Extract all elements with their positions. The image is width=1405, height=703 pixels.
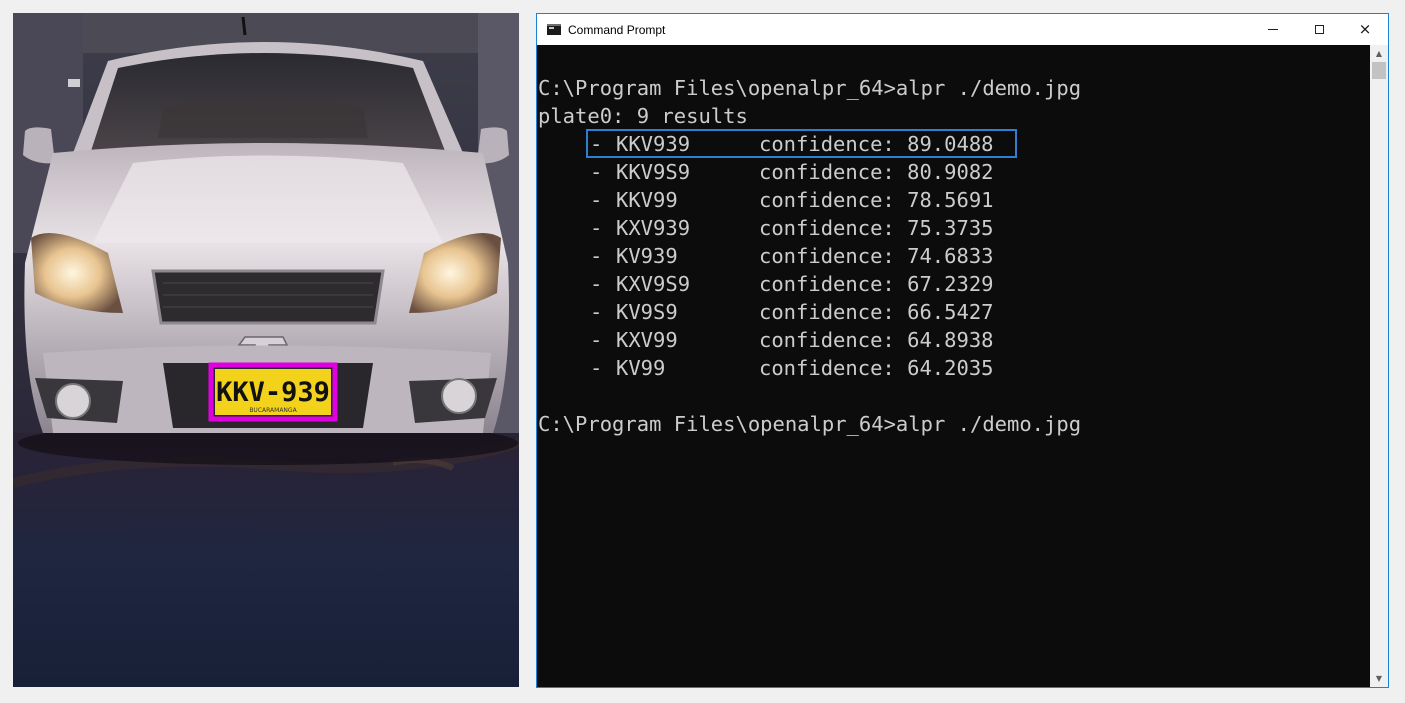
result-plate: KXV9S9: [616, 272, 691, 296]
result-bullet: -: [590, 216, 603, 240]
result-confidence: confidence: 80.9082: [759, 160, 994, 184]
result-plate: KXV939: [616, 216, 691, 240]
result-confidence: confidence: 74.6833: [759, 244, 994, 268]
maximize-icon: [1314, 25, 1324, 34]
prompt-line[interactable]: C:\Program Files\openalpr_64>alpr ./demo…: [538, 410, 1081, 438]
close-icon: ×: [1358, 20, 1372, 38]
title-bar[interactable]: Command Prompt ×: [537, 14, 1388, 45]
result-confidence: confidence: 78.5691: [759, 188, 994, 212]
close-button[interactable]: ×: [1342, 14, 1388, 45]
result-bullet: -: [590, 300, 603, 324]
result-confidence: confidence: 67.2329: [759, 272, 994, 296]
result-bullet: -: [590, 328, 603, 352]
result-confidence: confidence: 75.3735: [759, 216, 994, 240]
result-plate: KV99: [616, 356, 666, 380]
car-photo: KKV-939 BUCARAMANGA: [13, 13, 519, 687]
console-output[interactable]: C:\Program Files\openalpr_64>alpr ./demo…: [537, 45, 1370, 687]
scroll-up-icon[interactable]: ▲: [1370, 45, 1388, 62]
scroll-down-icon[interactable]: ▼: [1370, 670, 1388, 687]
result-confidence: confidence: 64.2035: [759, 356, 994, 380]
plate-text: KKV-939: [216, 377, 330, 408]
console-icon: [547, 24, 561, 35]
plate-city: BUCARAMANGA: [249, 407, 297, 414]
result-bullet: -: [590, 356, 603, 380]
car-illustration: KKV-939 BUCARAMANGA: [13, 13, 519, 687]
minimize-icon: [1268, 29, 1278, 30]
result-bullet: -: [590, 160, 603, 184]
window-controls: ×: [1250, 14, 1388, 45]
result-plate: KV9S9: [616, 300, 678, 324]
result-confidence: confidence: 64.8938: [759, 328, 994, 352]
maximize-button[interactable]: [1296, 14, 1342, 45]
top-result-highlight: [586, 129, 1017, 158]
result-bullet: -: [590, 188, 603, 212]
window-title: Command Prompt: [568, 22, 666, 37]
result-plate: KXV99: [616, 328, 678, 352]
result-plate: KKV99: [616, 188, 678, 212]
result-plate: KV939: [616, 244, 678, 268]
result-bullet: -: [590, 272, 603, 296]
minimize-button[interactable]: [1250, 14, 1296, 45]
scroll-thumb[interactable]: [1372, 62, 1386, 79]
command-prompt-window[interactable]: Command Prompt × C:\Program Files\openal…: [536, 13, 1389, 688]
result-plate: KKV9S9: [616, 160, 691, 184]
command-line: C:\Program Files\openalpr_64>alpr ./demo…: [538, 76, 1082, 100]
vertical-scrollbar[interactable]: ▲ ▼: [1370, 45, 1388, 687]
result-bullet: -: [590, 244, 603, 268]
results-summary: plate0: 9 results: [538, 104, 748, 128]
result-confidence: confidence: 66.5427: [759, 300, 994, 324]
